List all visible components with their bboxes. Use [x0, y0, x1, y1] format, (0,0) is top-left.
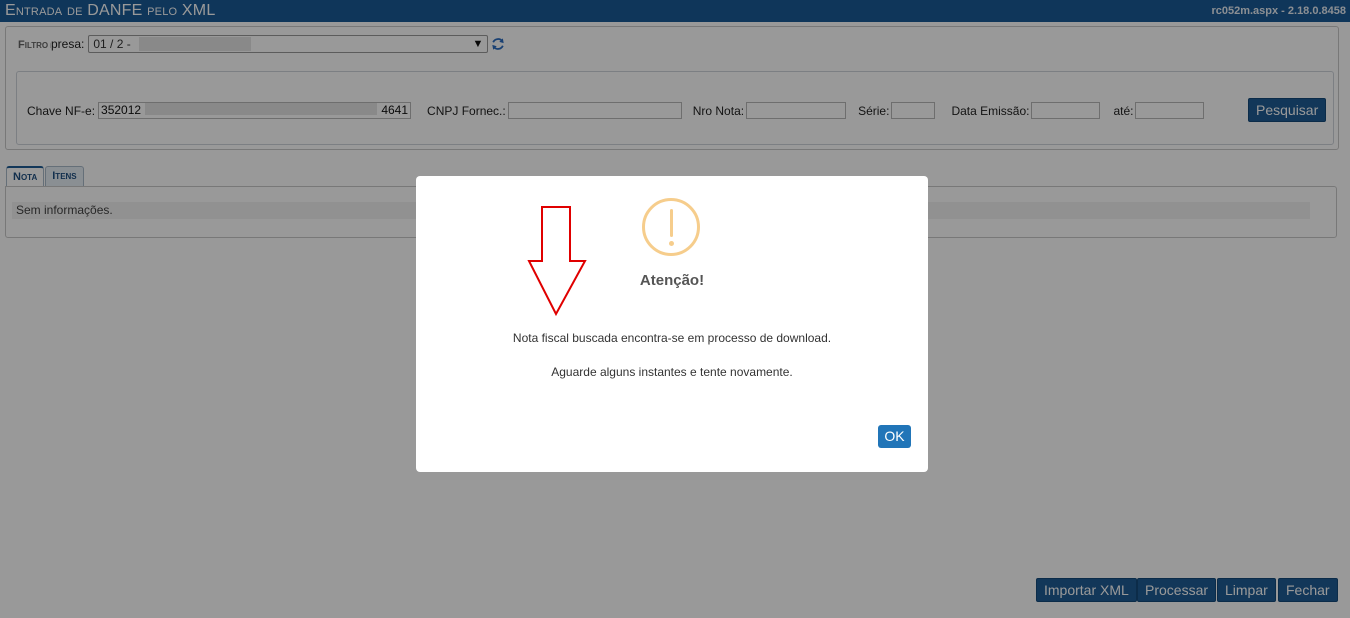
warning-icon-dot	[669, 241, 674, 246]
dialog-title: Atenção!	[639, 272, 705, 289]
dialog-message-line2: Aguarde alguns instantes e tente novamen…	[551, 365, 793, 379]
ok-button[interactable]: OK	[878, 425, 911, 448]
alert-dialog: Atenção! Nota fiscal buscada encontra-se…	[416, 176, 928, 472]
warning-icon	[642, 198, 700, 256]
annotation-arrow-icon	[527, 206, 587, 317]
warning-icon-bar	[670, 209, 673, 237]
dialog-message-line1: Nota fiscal buscada encontra-se em proce…	[512, 331, 832, 345]
